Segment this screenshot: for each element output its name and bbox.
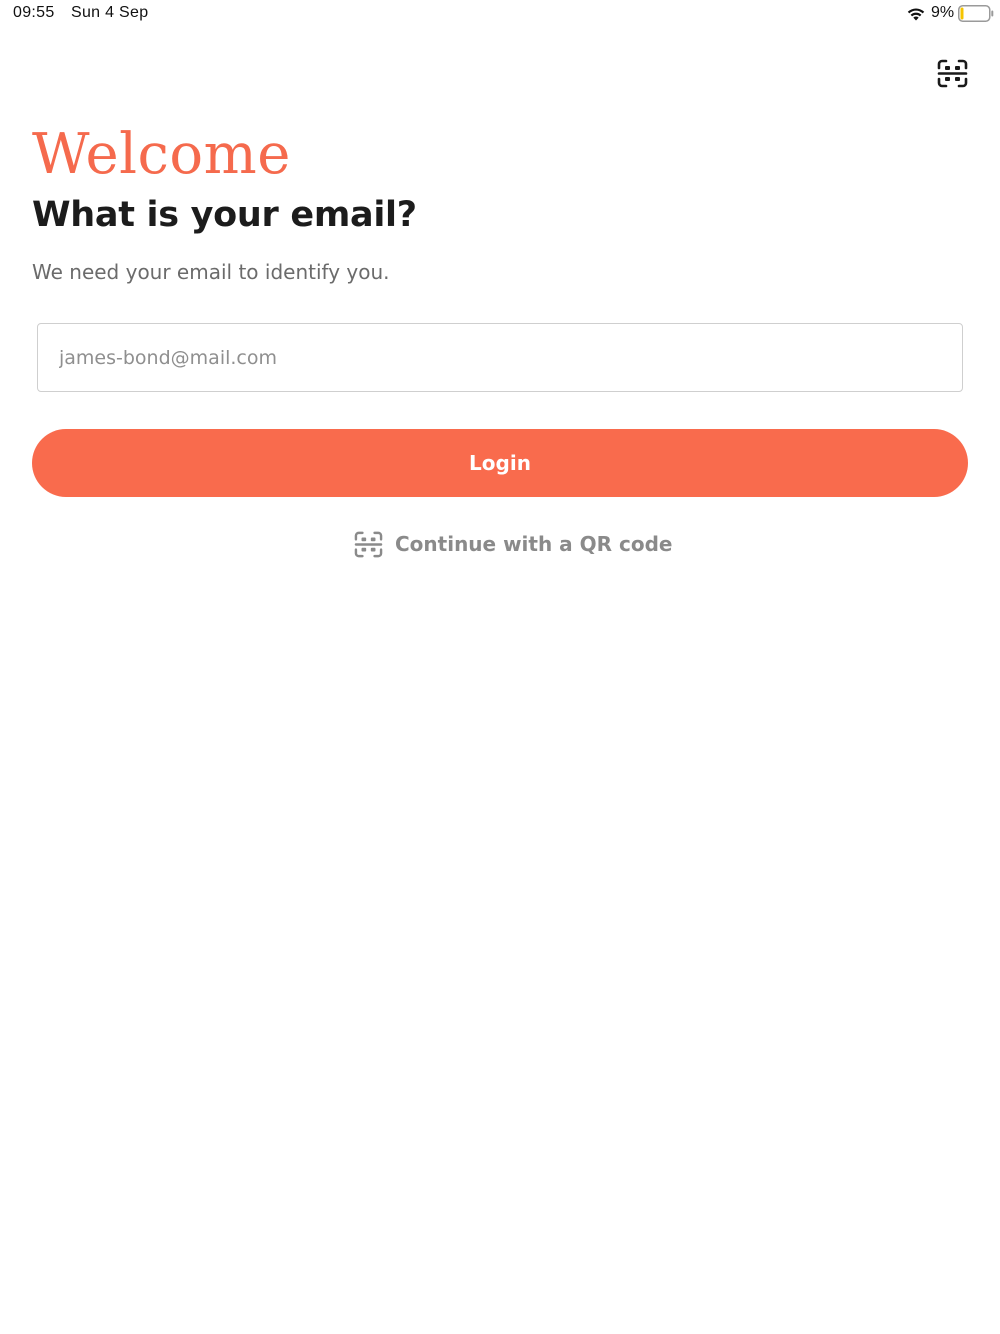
status-bar: 09:55 Sun 4 Sep 9% [0, 0, 1000, 28]
continue-with-qr-link[interactable]: Continue with a QR code [354, 528, 672, 560]
email-question-heading: What is your email? [32, 195, 417, 235]
battery-icon [958, 5, 994, 22]
wifi-icon [907, 8, 925, 21]
battery-percent: 9% [931, 4, 955, 21]
qr-scan-icon[interactable] [937, 59, 968, 88]
qr-code-icon [354, 531, 383, 557]
welcome-title: Welcome [32, 122, 291, 187]
status-time: 09:55 [13, 4, 55, 21]
login-button[interactable]: Login [32, 429, 968, 497]
email-subtitle: We need your email to identify you. [32, 260, 390, 284]
status-date: Sun 4 Sep [71, 4, 149, 21]
email-input[interactable] [37, 323, 963, 392]
qr-link-label: Continue with a QR code [395, 532, 673, 556]
